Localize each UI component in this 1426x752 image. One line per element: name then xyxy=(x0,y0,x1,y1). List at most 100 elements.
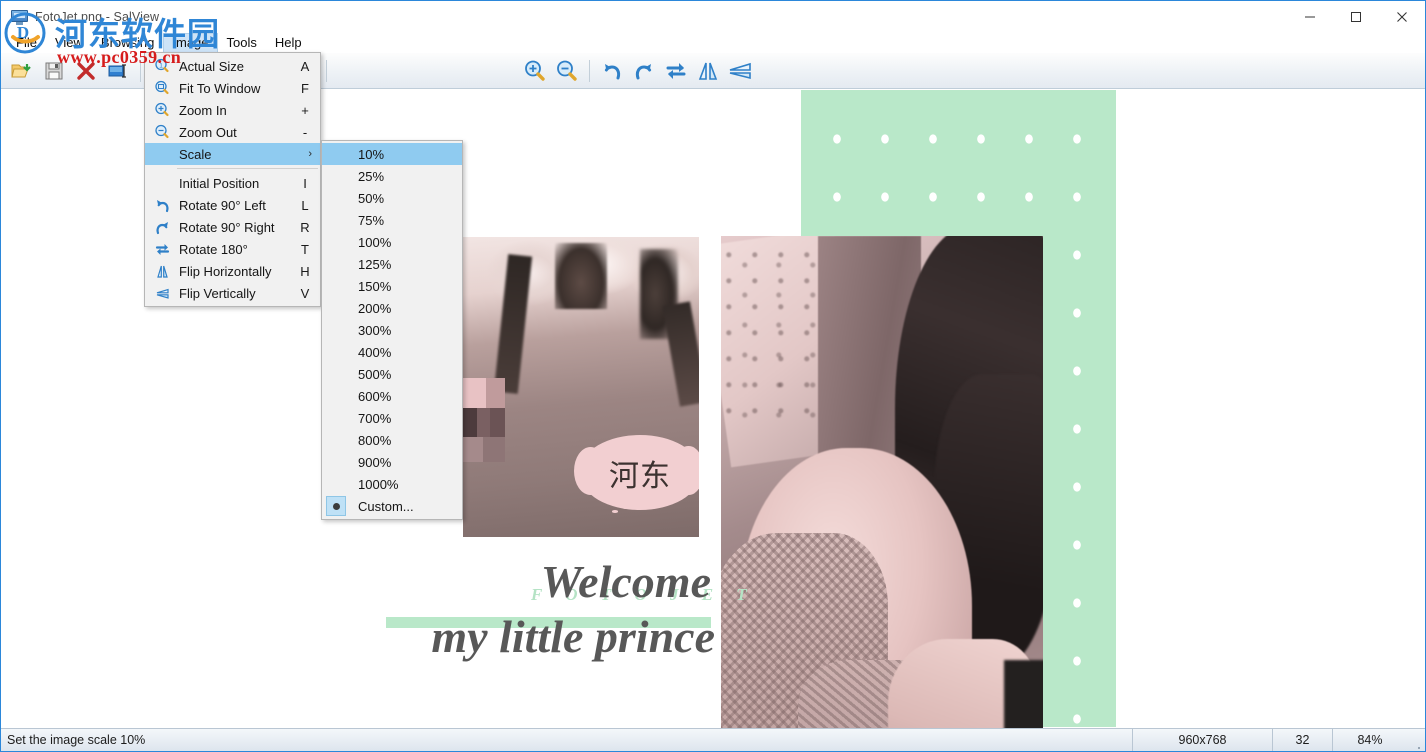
menu-item-scale[interactable]: Scale › xyxy=(145,143,320,165)
scale-option-custom[interactable]: Custom... xyxy=(322,495,462,517)
zoom-in-icon xyxy=(153,101,171,119)
scale-option-400[interactable]: 400% xyxy=(322,341,462,363)
menu-item-label: 200% xyxy=(358,300,392,316)
menu-item-label: 300% xyxy=(358,322,392,338)
menu-image[interactable]: Image xyxy=(163,33,218,53)
close-button[interactable] xyxy=(1379,1,1425,33)
scale-option-300[interactable]: 300% xyxy=(322,319,462,341)
scale-option-100[interactable]: 100% xyxy=(322,231,462,253)
menu-item-flip-vertically[interactable]: Flip Vertically V xyxy=(145,282,320,304)
status-bar: Set the image scale 10% 960x768 32 84% xyxy=(1,728,1425,751)
menu-item-label: Custom... xyxy=(358,498,414,514)
menu-item-fit-to-window[interactable]: Fit To Window F xyxy=(145,77,320,99)
toolbar-separator xyxy=(326,59,327,82)
scale-option-10[interactable]: 10% xyxy=(322,143,462,165)
rotate-180-icon[interactable] xyxy=(661,56,691,86)
delete-icon[interactable] xyxy=(71,56,101,86)
rename-icon[interactable] xyxy=(103,56,133,86)
flip-vertical-icon[interactable] xyxy=(725,56,755,86)
scale-option-150[interactable]: 150% xyxy=(322,275,462,297)
scale-option-600[interactable]: 600% xyxy=(322,385,462,407)
menu-item-accel: - xyxy=(302,124,308,140)
menu-item-label: 900% xyxy=(358,454,392,470)
scale-option-900[interactable]: 900% xyxy=(322,451,462,473)
zoom-in-icon[interactable] xyxy=(520,56,550,86)
zoom-out-icon[interactable] xyxy=(552,56,582,86)
menu-item-flip-horizontally[interactable]: Flip Horizontally H xyxy=(145,260,320,282)
svg-text:1: 1 xyxy=(159,62,163,69)
scale-option-700[interactable]: 700% xyxy=(322,407,462,429)
status-bit-depth: 32 xyxy=(1272,728,1332,751)
menu-view[interactable]: View xyxy=(46,33,92,53)
scale-option-125[interactable]: 125% xyxy=(322,253,462,275)
speech-bubble: 河东 xyxy=(573,435,699,513)
maximize-button[interactable] xyxy=(1333,1,1379,33)
rotate-left-icon[interactable] xyxy=(597,56,627,86)
menu-item-label: 100% xyxy=(358,234,392,250)
salview-window: FotoJet.png - SalView File View Browsing… xyxy=(0,0,1426,752)
status-zoom-level: 84% xyxy=(1332,728,1407,751)
scale-submenu: 10% 25% 50% 75% 100% 125% 150% 200% 300%… xyxy=(321,140,463,520)
scale-option-50[interactable]: 50% xyxy=(322,187,462,209)
actual-size-icon: 1 xyxy=(153,57,171,75)
menu-item-label: 75% xyxy=(358,212,385,228)
chevron-right-icon: › xyxy=(308,148,312,160)
scale-option-200[interactable]: 200% xyxy=(322,297,462,319)
menu-item-zoom-in[interactable]: Zoom In + xyxy=(145,99,320,121)
menu-item-label: 25% xyxy=(358,168,385,184)
menu-bar: File View Browsing Image Tools Help xyxy=(1,33,1425,53)
toolbar-separator xyxy=(589,59,590,82)
flip-vertical-icon xyxy=(153,284,171,302)
menu-item-label: Rotate 90° Right xyxy=(179,219,275,235)
flip-horizontal-icon xyxy=(153,262,171,280)
menu-item-label: Initial Position xyxy=(179,175,260,191)
menu-item-accel: A xyxy=(300,58,310,74)
menu-browsing[interactable]: Browsing xyxy=(92,33,163,53)
menu-item-initial-position[interactable]: Initial Position I xyxy=(145,172,320,194)
menu-item-label: 150% xyxy=(358,278,392,294)
pixelated-region xyxy=(463,378,506,462)
save-icon[interactable] xyxy=(39,56,69,86)
headline-line-2: my little prince xyxy=(431,611,715,662)
menu-item-label: Flip Vertically xyxy=(179,285,256,301)
menu-item-accel: R xyxy=(300,219,310,235)
flip-horizontal-icon[interactable] xyxy=(693,56,723,86)
menu-item-label: Rotate 180° xyxy=(179,241,248,257)
open-folder-icon[interactable] xyxy=(7,56,37,86)
title-bar: FotoJet.png - SalView xyxy=(1,1,1425,33)
scale-option-25[interactable]: 25% xyxy=(322,165,462,187)
window-controls xyxy=(1287,1,1425,33)
scale-option-500[interactable]: 500% xyxy=(322,363,462,385)
window-title: FotoJet.png - SalView xyxy=(35,10,160,24)
menu-help[interactable]: Help xyxy=(266,33,311,53)
menu-item-actual-size[interactable]: 1 Actual Size A xyxy=(145,55,320,77)
status-dimensions: 960x768 xyxy=(1132,728,1272,751)
fit-to-window-icon xyxy=(153,79,171,97)
zoom-out-icon xyxy=(153,123,171,141)
minimize-button[interactable] xyxy=(1287,1,1333,33)
menu-file[interactable]: File xyxy=(7,33,46,53)
menu-item-label: 700% xyxy=(358,410,392,426)
rotate-180-icon xyxy=(153,240,171,258)
menu-item-label: 50% xyxy=(358,190,385,206)
menu-item-rotate-right[interactable]: Rotate 90° Right R xyxy=(145,216,320,238)
rotate-right-icon xyxy=(153,218,171,236)
scale-option-800[interactable]: 800% xyxy=(322,429,462,451)
menu-tools[interactable]: Tools xyxy=(218,33,266,53)
scale-option-75[interactable]: 75% xyxy=(322,209,462,231)
menu-item-accel: F xyxy=(301,80,309,96)
menu-item-accel: H xyxy=(300,263,310,279)
rotate-right-icon[interactable] xyxy=(629,56,659,86)
menu-item-rotate-180[interactable]: Rotate 180° T xyxy=(145,238,320,260)
status-message: Set the image scale 10% xyxy=(7,733,146,747)
menu-item-zoom-out[interactable]: Zoom Out - xyxy=(145,121,320,143)
menu-item-label: 500% xyxy=(358,366,392,382)
menu-separator xyxy=(177,168,318,169)
menu-item-rotate-left[interactable]: Rotate 90° Left L xyxy=(145,194,320,216)
menu-item-label: 10% xyxy=(358,146,385,162)
image-dropdown-menu: 1 Actual Size A Fit To Window F Zoom In … xyxy=(144,52,321,307)
toolbar-separator xyxy=(140,59,141,82)
scale-option-1000[interactable]: 1000% xyxy=(322,473,462,495)
photo-right-girl xyxy=(721,236,1043,728)
menu-item-label: 125% xyxy=(358,256,392,272)
